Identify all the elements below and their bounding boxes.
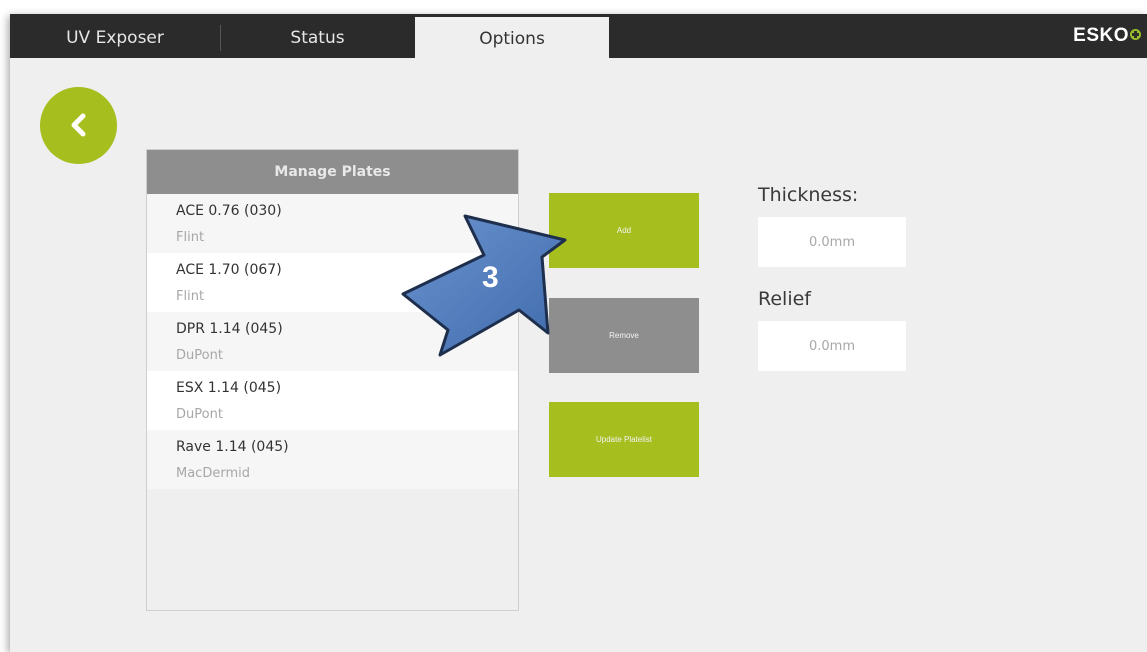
thickness-label: Thickness: [758, 184, 859, 206]
app-window: UV Exposer Status Options ESKO Manage Pl… [10, 14, 1147, 652]
plate-list-item[interactable]: DPR 1.14 (045) DuPont [147, 312, 518, 371]
chevron-left-icon [71, 113, 86, 137]
plate-manufacturer: Flint [176, 230, 205, 245]
update-platelist-button[interactable]: Update Platelist [549, 402, 699, 477]
tab-options[interactable]: Options [415, 17, 609, 58]
plate-name: ACE 1.70 (067) [176, 262, 282, 278]
plate-manufacturer: Flint [176, 289, 205, 304]
esko-logo: ESKO [1073, 25, 1141, 47]
manage-plates-panel: Manage Plates ACE 0.76 (030) Flint ACE 1… [146, 149, 519, 611]
logo-plus-icon [1130, 29, 1141, 40]
back-button[interactable] [40, 87, 117, 164]
tab-uv-exposer[interactable]: UV Exposer [10, 14, 220, 58]
plate-name: ACE 0.76 (030) [176, 203, 282, 219]
thickness-input[interactable] [758, 217, 906, 267]
plate-manufacturer: DuPont [176, 348, 223, 363]
manage-plates-header: Manage Plates [147, 150, 518, 194]
tab-status[interactable]: Status [220, 14, 415, 58]
plate-name: Rave 1.14 (045) [176, 439, 289, 455]
plate-manufacturer: DuPont [176, 407, 223, 422]
tab-bar: UV Exposer Status Options ESKO [10, 14, 1147, 58]
plate-list-item[interactable]: ACE 1.70 (067) Flint [147, 253, 518, 312]
plate-list-item[interactable]: Rave 1.14 (045) MacDermid [147, 430, 518, 489]
add-button[interactable]: Add [549, 193, 699, 268]
remove-button[interactable]: Remove [549, 298, 699, 373]
relief-label: Relief [758, 288, 811, 310]
plate-list-item[interactable]: ACE 0.76 (030) Flint [147, 194, 518, 253]
plate-list-item[interactable]: ESX 1.14 (045) DuPont [147, 371, 518, 430]
logo-text: ESKO [1073, 25, 1129, 46]
plate-name: ESX 1.14 (045) [176, 380, 282, 396]
plate-name: DPR 1.14 (045) [176, 321, 283, 337]
plate-manufacturer: MacDermid [176, 466, 250, 481]
relief-input[interactable] [758, 321, 906, 371]
